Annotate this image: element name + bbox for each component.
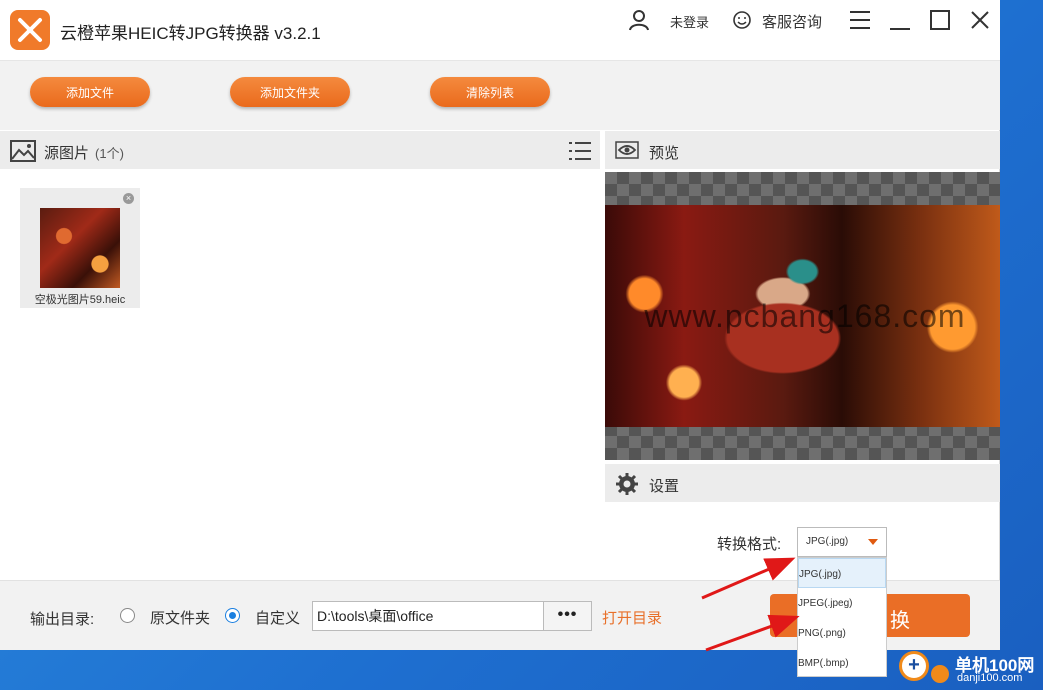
remove-file-icon[interactable]: × bbox=[123, 193, 134, 204]
menu-icon bbox=[850, 11, 870, 29]
preview-panel-header: 预览 bbox=[605, 131, 1000, 169]
preview-area: www.pcbang168.com bbox=[605, 172, 1000, 460]
format-option-jpeg[interactable]: JPEG(.jpeg) bbox=[798, 588, 886, 618]
format-dropdown-list: JPG(.jpg) JPEG(.jpeg) PNG(.png) BMP(.bmp… bbox=[797, 557, 887, 677]
chevron-down-icon bbox=[868, 539, 878, 545]
source-file-area[interactable]: × 空极光图片59.heic bbox=[0, 169, 600, 580]
file-thumbnail[interactable]: × 空极光图片59.heic bbox=[20, 188, 140, 308]
file-name: 空极光图片59.heic bbox=[34, 294, 126, 306]
eye-icon bbox=[615, 141, 639, 164]
settings-panel-title: 设置 bbox=[649, 478, 680, 495]
app-window: 云橙苹果HEIC转JPG转换器 v3.2.1 未登录 客服咨询 添加文件 添加文… bbox=[0, 0, 1000, 650]
format-select[interactable]: JPG(.jpg) bbox=[797, 527, 887, 557]
format-option-jpg[interactable]: JPG(.jpg) bbox=[798, 558, 886, 588]
login-status[interactable]: 未登录 bbox=[670, 10, 709, 32]
user-icon bbox=[628, 9, 650, 34]
thumbnail-image bbox=[40, 208, 120, 288]
format-option-png[interactable]: PNG(.png) bbox=[798, 618, 886, 648]
clear-list-button[interactable]: 清除列表 bbox=[430, 77, 550, 107]
list-view-icon[interactable] bbox=[569, 141, 591, 166]
radio-original-folder[interactable] bbox=[120, 608, 135, 623]
source-count: (1个) bbox=[95, 146, 124, 161]
radio-custom-label[interactable]: 自定义 bbox=[255, 607, 300, 628]
user-button[interactable] bbox=[628, 9, 650, 34]
maximize-icon bbox=[930, 10, 950, 30]
site-url: danji100.com bbox=[957, 672, 1023, 684]
smile-icon bbox=[732, 10, 752, 33]
format-label: 转换格式: bbox=[717, 536, 782, 553]
image-icon bbox=[10, 140, 36, 167]
preview-panel-title: 预览 bbox=[649, 145, 680, 162]
service-button[interactable]: 客服咨询 bbox=[732, 10, 822, 32]
app-title: 云橙苹果HEIC转JPG转换器 v3.2.1 bbox=[60, 24, 321, 43]
browse-button[interactable]: ••• bbox=[543, 601, 592, 631]
dot-icon bbox=[931, 665, 949, 683]
title-bar: 云橙苹果HEIC转JPG转换器 v3.2.1 未登录 客服咨询 bbox=[0, 0, 1000, 60]
open-directory-link[interactable]: 打开目录 bbox=[602, 607, 662, 628]
source-panel-title: 源图片 bbox=[44, 145, 90, 162]
format-option-bmp[interactable]: BMP(.bmp) bbox=[798, 648, 886, 678]
minimize-button[interactable] bbox=[888, 8, 912, 32]
menu-button[interactable] bbox=[848, 8, 872, 32]
source-panel-header: 源图片 (1个) bbox=[0, 131, 600, 169]
close-icon bbox=[971, 11, 989, 29]
preview-image: www.pcbang168.com bbox=[605, 205, 1000, 427]
radio-custom-folder[interactable] bbox=[225, 608, 240, 623]
add-folder-button[interactable]: 添加文件夹 bbox=[230, 77, 350, 107]
maximize-button[interactable] bbox=[928, 8, 952, 32]
toolbar: 添加文件 添加文件夹 清除列表 bbox=[0, 60, 1000, 130]
site-logo: + 单机100网 danji100.com bbox=[893, 649, 1043, 690]
output-path-input[interactable] bbox=[312, 601, 544, 631]
watermark-text: www.pcbang168.com bbox=[644, 298, 966, 334]
output-dir-label: 输出目录: bbox=[30, 611, 95, 628]
radio-original-label[interactable]: 原文件夹 bbox=[150, 607, 210, 628]
service-label: 客服咨询 bbox=[762, 13, 823, 31]
plus-icon: + bbox=[899, 651, 929, 681]
format-selected-value: JPG(.jpg) bbox=[806, 536, 849, 547]
add-file-button[interactable]: 添加文件 bbox=[30, 77, 150, 107]
app-logo-icon bbox=[10, 10, 50, 50]
gear-icon bbox=[615, 472, 639, 501]
minimize-icon bbox=[890, 28, 910, 30]
close-button[interactable] bbox=[968, 8, 992, 32]
settings-panel-header: 设置 bbox=[605, 464, 1000, 502]
